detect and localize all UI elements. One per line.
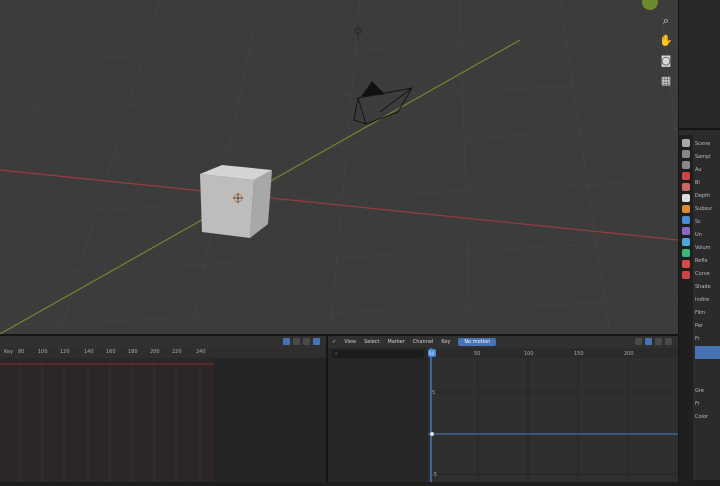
graph-tick: 50 — [474, 351, 480, 357]
menu-dots-icon[interactable] — [665, 338, 672, 345]
prop-row[interactable]: Subsur — [695, 203, 720, 216]
prop-row[interactable]: Curve — [695, 268, 720, 281]
world-tab-icon[interactable] — [682, 183, 690, 191]
prop-row[interactable]: Color — [695, 411, 720, 424]
cube-object — [200, 165, 272, 238]
timeline-editor[interactable]: Key 80 100 120 140 160 180 200 220 240 — [0, 334, 328, 482]
snap-icon[interactable] — [313, 338, 320, 345]
timeline-empty-area — [214, 358, 326, 482]
ruler-tick: 100 — [38, 349, 48, 355]
warning-icon[interactable] — [293, 338, 300, 345]
tool-tab-icon[interactable] — [682, 139, 690, 147]
timeline-ruler[interactable]: Key 80 100 120 140 160 180 200 220 240 — [0, 348, 326, 358]
prop-row[interactable]: Un — [695, 229, 720, 242]
prop-row[interactable]: Fr — [695, 333, 720, 346]
ruler-tick: 120 — [60, 349, 70, 355]
y-label: -5 — [432, 472, 437, 478]
editor-type-icon[interactable]: ✓ — [332, 339, 336, 345]
modifier-tab-icon[interactable] — [682, 216, 690, 224]
prop-row[interactable]: Au — [695, 164, 720, 177]
graph-canvas: 50 100 150 200 50 5 -5 — [428, 348, 678, 482]
camera-icon[interactable]: ◙ — [659, 54, 673, 68]
prop-row[interactable]: Film — [695, 307, 720, 320]
material-tab-icon[interactable] — [682, 260, 690, 268]
channel-search-field[interactable]: ⌕ — [332, 350, 424, 358]
proportional-icon[interactable] — [645, 338, 652, 345]
menu-view[interactable]: View — [344, 339, 356, 345]
prop-row[interactable]: Volum — [695, 242, 720, 255]
ruler-tick: 200 — [150, 349, 160, 355]
timeline-header — [0, 336, 326, 348]
keyframe-point — [430, 432, 434, 436]
prop-row[interactable]: Depth — [695, 190, 720, 203]
viewport-nav-controls: ⌕ ✋ ◙ ▦ — [658, 14, 674, 88]
menu-marker[interactable]: Marker — [388, 339, 405, 345]
prop-row[interactable] — [695, 372, 720, 385]
properties-list: Scene Sampl Au Bl Depth Subsur Sc Un Vol… — [695, 138, 720, 424]
viewport-scene — [0, 0, 678, 334]
timeline-track-area[interactable] — [0, 358, 214, 482]
channel-list[interactable]: ⌕ — [328, 348, 428, 482]
object-tab-icon[interactable] — [682, 205, 690, 213]
scene-tab-icon[interactable] — [682, 172, 690, 180]
prop-row[interactable]: Bl — [695, 177, 720, 190]
funnel-icon[interactable] — [303, 338, 310, 345]
prop-row[interactable]: Scene — [695, 138, 720, 151]
camera-object — [353, 81, 413, 125]
graph-editor[interactable]: ✓ View Select Marker Channel Key No moti… — [328, 334, 678, 482]
texture-tab-icon[interactable] — [682, 271, 690, 279]
ruler-tick: 240 — [196, 349, 206, 355]
prop-row[interactable]: Indire — [695, 294, 720, 307]
prop-row[interactable]: Sc — [695, 216, 720, 229]
output-tab-icon[interactable] — [682, 161, 690, 169]
graph-area[interactable]: 50 100 150 200 50 5 -5 — [428, 348, 678, 482]
prop-row-selected[interactable] — [695, 346, 720, 359]
menu-key[interactable]: Key — [441, 339, 450, 345]
menu-select[interactable]: Select — [364, 339, 379, 345]
graph-tick: 150 — [574, 351, 584, 357]
playhead-frame: 50 — [429, 351, 435, 356]
outliner[interactable] — [679, 0, 720, 130]
prop-row[interactable] — [695, 359, 720, 372]
graph-editor-header: ✓ View Select Marker Channel Key No moti… — [328, 336, 678, 348]
filter-icon[interactable] — [283, 338, 290, 345]
ruler-tick: 220 — [172, 349, 182, 355]
constraints-tab-icon[interactable] — [682, 249, 690, 257]
hand-icon[interactable]: ✋ — [659, 34, 673, 48]
light-object — [354, 24, 362, 40]
pivot-icon[interactable] — [635, 338, 642, 345]
properties-tabs — [679, 135, 693, 484]
prop-row[interactable]: Gre — [695, 385, 720, 398]
ruler-tick: 180 — [128, 349, 138, 355]
menu-channel[interactable]: Channel — [413, 339, 434, 345]
prop-row[interactable]: Refle — [695, 255, 720, 268]
timeline-gridlines — [0, 358, 214, 482]
physics-tab-icon[interactable] — [682, 238, 690, 246]
right-panel: Scene Sampl Au Bl Depth Subsur Sc Un Vol… — [678, 0, 720, 484]
navigation-gizmo — [642, 0, 658, 10]
prop-row[interactable]: Sampl — [695, 151, 720, 164]
no-motion-button[interactable]: No motion — [458, 338, 497, 346]
x-axis-line — [0, 169, 678, 241]
prop-row[interactable]: Fr — [695, 398, 720, 411]
particles-tab-icon[interactable] — [682, 227, 690, 235]
3d-viewport[interactable]: ⌕ ✋ ◙ ▦ — [0, 0, 678, 334]
zoom-icon[interactable]: ⌕ — [659, 14, 673, 28]
graph-tick: 100 — [524, 351, 534, 357]
prop-row[interactable]: Shade — [695, 281, 720, 294]
ruler-tick: 160 — [106, 349, 116, 355]
ruler-label: Key — [4, 349, 14, 355]
y-label: 5 — [432, 390, 435, 396]
collection-tab-icon[interactable] — [682, 194, 690, 202]
prop-row[interactable]: Per — [695, 320, 720, 333]
ruler-tick: 140 — [84, 349, 94, 355]
render-tab-icon[interactable] — [682, 150, 690, 158]
overlay-icon[interactable] — [655, 338, 662, 345]
ruler-tick: 80 — [18, 349, 25, 355]
graph-tick: 200 — [624, 351, 634, 357]
grid-icon[interactable]: ▦ — [659, 74, 673, 88]
